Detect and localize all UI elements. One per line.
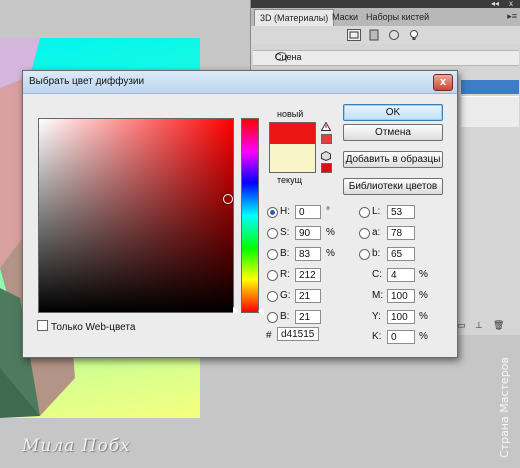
yellow-label: Y: bbox=[372, 311, 381, 322]
hue-slider-handle-right[interactable] bbox=[258, 307, 264, 315]
brightness-input[interactable]: 83 bbox=[295, 247, 321, 261]
out-of-gamut-warning-icon[interactable] bbox=[321, 122, 331, 131]
panel-toolbar bbox=[251, 26, 520, 44]
black-label: K: bbox=[372, 331, 382, 342]
hue-radio[interactable] bbox=[267, 207, 278, 218]
lab-l-label: L: bbox=[372, 206, 381, 217]
cyan-input[interactable]: 4 bbox=[387, 268, 415, 282]
hue-slider-handle-left[interactable] bbox=[233, 307, 239, 315]
hex-input[interactable]: d41515 bbox=[277, 327, 319, 341]
render-icon[interactable]: ⊥ bbox=[475, 320, 483, 331]
cancel-button[interactable]: Отмена bbox=[343, 124, 443, 141]
new-color-swatch bbox=[269, 122, 316, 145]
lab-l-input[interactable]: 53 bbox=[387, 205, 415, 219]
saturation-input[interactable]: 90 bbox=[295, 226, 321, 240]
saturation-label: S: bbox=[280, 227, 290, 238]
lab-a-input[interactable]: 78 bbox=[387, 226, 415, 240]
magenta-unit: % bbox=[419, 290, 428, 301]
black-unit: % bbox=[419, 331, 428, 342]
hue-input[interactable]: 0 bbox=[295, 205, 321, 219]
magenta-label: M: bbox=[372, 290, 384, 301]
cyan-label: C: bbox=[372, 269, 382, 280]
tab-masks[interactable]: Маски bbox=[327, 9, 363, 26]
lab-b-radio[interactable] bbox=[359, 249, 370, 260]
filter-scene-icon[interactable] bbox=[347, 29, 361, 41]
brightness-radio[interactable] bbox=[267, 249, 278, 260]
tab-3d-materials[interactable]: 3D (Материалы) bbox=[254, 9, 335, 27]
brightness-unit: % bbox=[326, 248, 335, 259]
brightness-label: B: bbox=[280, 248, 290, 259]
collapse-icon[interactable]: ◂◂ bbox=[491, 0, 499, 8]
hex-label: # bbox=[266, 330, 272, 341]
new-item-icon[interactable]: ▭ bbox=[457, 320, 466, 331]
blue-radio[interactable] bbox=[267, 312, 278, 323]
gamut-swatch[interactable] bbox=[321, 134, 332, 144]
web-safe-swatch[interactable] bbox=[321, 163, 332, 173]
lab-a-label: a: bbox=[372, 227, 381, 238]
web-colors-label: Только Web-цвета bbox=[51, 322, 136, 333]
panel-bottom-icons: ▭ ⊥ 🗑 bbox=[451, 320, 520, 335]
hue-slider[interactable] bbox=[241, 118, 259, 313]
red-input[interactable]: 212 bbox=[295, 268, 321, 282]
scene-row[interactable]: Сцена bbox=[253, 50, 519, 66]
lab-b-label: b: bbox=[372, 248, 381, 259]
blue-label: B: bbox=[280, 311, 290, 322]
lab-a-radio[interactable] bbox=[359, 228, 370, 239]
signature-text: Мила Побх bbox=[22, 436, 131, 456]
filter-materials-icon[interactable] bbox=[387, 29, 401, 41]
magenta-input[interactable]: 100 bbox=[387, 289, 415, 303]
yellow-input[interactable]: 100 bbox=[387, 310, 415, 324]
dialog-title: Выбрать цвет диффузии bbox=[29, 76, 145, 87]
red-label: R: bbox=[280, 269, 290, 280]
saturation-brightness-field[interactable] bbox=[38, 118, 234, 313]
yellow-unit: % bbox=[419, 311, 428, 322]
panel-tabs: 3D (Материалы) Маски Наборы кистей ▸≡ bbox=[251, 8, 520, 27]
color-libraries-button[interactable]: Библиотеки цветов bbox=[343, 178, 443, 195]
tab-brush-presets[interactable]: Наборы кистей bbox=[361, 9, 434, 26]
scene-label: Сцена bbox=[275, 52, 302, 62]
red-radio[interactable] bbox=[267, 270, 278, 281]
color-picker-dialog: Выбрать цвет диффузии x Только Web-цвета… bbox=[22, 70, 458, 358]
web-colors-only-checkbox[interactable]: Только Web-цвета bbox=[37, 320, 135, 333]
not-web-safe-icon[interactable] bbox=[321, 151, 331, 161]
trash-icon[interactable]: 🗑 bbox=[493, 320, 504, 331]
saturation-radio[interactable] bbox=[267, 228, 278, 239]
panel-header-strip: ◂◂ x bbox=[251, 0, 520, 8]
hue-label: H: bbox=[280, 206, 290, 217]
black-input[interactable]: 0 bbox=[387, 330, 415, 344]
watermark-logo: Страна Мастеров bbox=[494, 330, 514, 460]
close-button[interactable]: x bbox=[433, 74, 453, 91]
green-radio[interactable] bbox=[267, 291, 278, 302]
blue-input[interactable]: 21 bbox=[295, 310, 321, 324]
lab-b-input[interactable]: 65 bbox=[387, 247, 415, 261]
add-to-swatches-button[interactable]: Добавить в образцы bbox=[343, 151, 443, 168]
current-color-swatch[interactable] bbox=[269, 144, 316, 173]
current-color-label: текущ bbox=[277, 175, 302, 185]
panel-menu-icon[interactable]: ▸≡ bbox=[507, 11, 517, 22]
selected-layer-row[interactable] bbox=[461, 80, 519, 94]
cyan-unit: % bbox=[419, 269, 428, 280]
hue-unit: ° bbox=[326, 206, 330, 217]
checkbox-box[interactable] bbox=[37, 320, 48, 331]
dialog-titlebar[interactable]: Выбрать цвет диффузии x bbox=[23, 71, 457, 94]
color-cursor[interactable] bbox=[223, 194, 233, 204]
panel-list-rows bbox=[461, 96, 519, 127]
green-label: G: bbox=[280, 290, 291, 301]
ok-button[interactable]: OK bbox=[343, 104, 443, 121]
filter-meshes-icon[interactable] bbox=[367, 29, 381, 41]
close-panel-icon[interactable]: x bbox=[509, 0, 513, 8]
svg-text:Страна Мастеров: Страна Мастеров bbox=[498, 357, 511, 458]
saturation-unit: % bbox=[326, 227, 335, 238]
new-color-label: новый bbox=[277, 109, 304, 119]
filter-lights-icon[interactable] bbox=[407, 29, 421, 41]
lab-l-radio[interactable] bbox=[359, 207, 370, 218]
green-input[interactable]: 21 bbox=[295, 289, 321, 303]
